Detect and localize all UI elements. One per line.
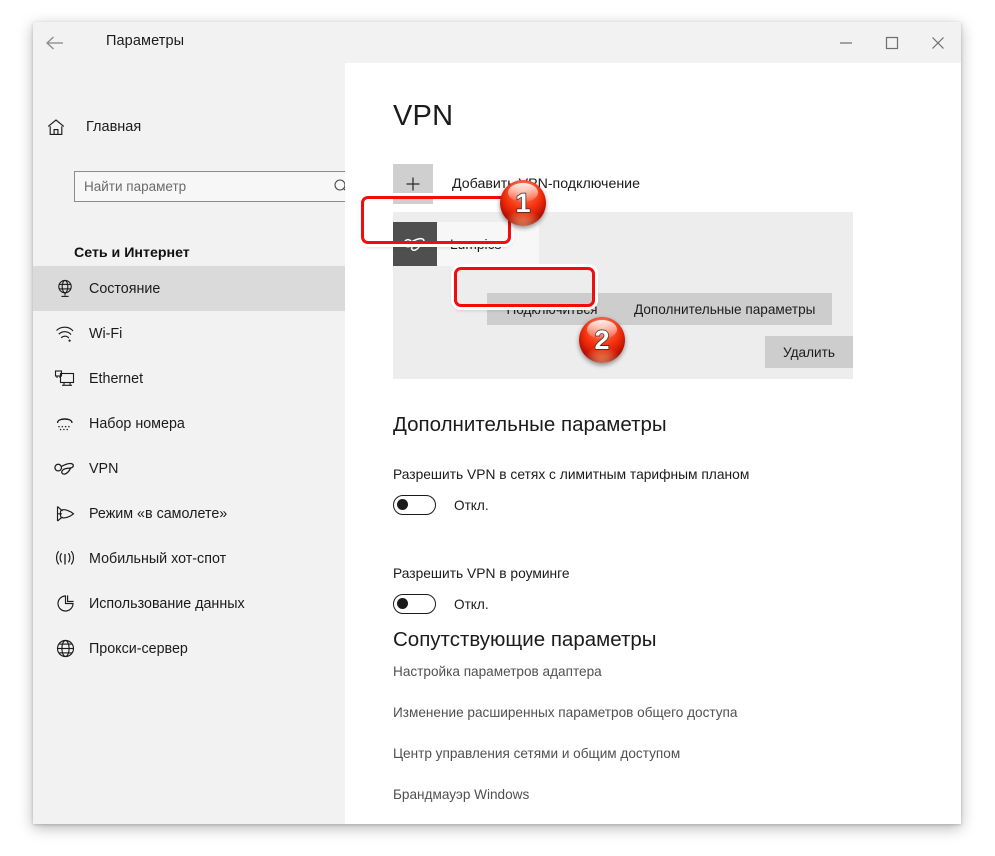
airplane-icon — [45, 504, 85, 524]
settings-window: Параметры Главная Найти параметр Сеть и … — [33, 22, 961, 824]
advanced-section-title: Дополнительные параметры — [393, 413, 667, 436]
add-vpn-connection-label: Добавить VPN-подключение — [452, 176, 640, 192]
sidebar-item-ethernet[interactable]: Ethernet — [33, 356, 345, 401]
sidebar-item-label: Набор номера — [89, 415, 185, 432]
main-content: VPN Добавить VPN-подключение Lumpics Под… — [345, 63, 961, 824]
vpn-connection-panel: Lumpics Подключиться Дополнительные пара… — [393, 212, 853, 379]
sidebar-item-vpn[interactable]: VPN — [33, 446, 345, 491]
step-badge-1-number: 1 — [515, 187, 531, 218]
advanced-options-button[interactable]: Дополнительные параметры — [617, 293, 833, 325]
sidebar-item-label: Режим «в самолете» — [89, 505, 228, 522]
sidebar-item-label: Ethernet — [89, 370, 144, 387]
option-metered-toggle-row[interactable]: Откл. — [393, 495, 489, 515]
toggle-knob — [397, 598, 408, 609]
title-bar-left: Параметры — [33, 22, 345, 63]
option-roaming-label: Разрешить VPN в роуминге — [393, 566, 570, 581]
step-badge-2: 2 — [579, 317, 625, 363]
data-usage-icon — [45, 593, 85, 614]
sidebar-home-label: Главная — [86, 119, 142, 135]
sidebar-item-label: VPN — [89, 460, 119, 477]
close-icon[interactable] — [915, 22, 961, 63]
related-link-windows-firewall[interactable]: Брандмауэр Windows — [393, 787, 529, 802]
toggle-state-label: Откл. — [454, 596, 489, 612]
toggle-switch-metered[interactable] — [393, 495, 436, 515]
globe-status-icon — [45, 278, 85, 299]
delete-button[interactable]: Удалить — [765, 336, 853, 368]
toggle-state-label: Откл. — [454, 497, 489, 513]
sidebar-item-label: Мобильный хот-спот — [89, 550, 227, 567]
sidebar-item-status[interactable]: Состояние — [33, 266, 345, 311]
screenshot-root: Параметры Главная Найти параметр Сеть и … — [0, 0, 995, 856]
vpn-action-buttons: Подключиться Дополнительные параметры — [487, 293, 833, 325]
vpn-entry-name: Lumpics — [450, 236, 502, 252]
sidebar-item-dialup[interactable]: Набор номера — [33, 401, 345, 446]
sidebar-group-heading: Сеть и Интернет — [74, 245, 190, 261]
related-link-sharing-options[interactable]: Изменение расширенных параметров общего … — [393, 705, 737, 720]
related-link-network-center[interactable]: Центр управления сетями и общим доступом — [393, 746, 680, 761]
vpn-knot-icon — [393, 222, 437, 266]
sidebar-item-airplane-mode[interactable]: Режим «в самолете» — [33, 491, 345, 536]
sidebar-item-wifi[interactable]: Wi-Fi — [33, 311, 345, 356]
toggle-knob — [397, 499, 408, 510]
window-title: Параметры — [106, 33, 185, 49]
related-link-adapter-options[interactable]: Настройка параметров адаптера — [393, 664, 602, 679]
back-arrow-icon[interactable] — [40, 28, 70, 58]
toggle-switch-roaming[interactable] — [393, 594, 436, 614]
minimize-icon[interactable] — [823, 22, 869, 63]
vpn-knot-icon — [45, 460, 85, 478]
sidebar-item-data-usage[interactable]: Использование данных — [33, 581, 345, 626]
home-icon — [46, 118, 80, 137]
delete-button-row: Удалить — [765, 336, 853, 368]
step-badge-2-number: 2 — [594, 324, 610, 355]
wifi-icon — [45, 324, 85, 344]
window-controls — [823, 22, 961, 63]
maximize-icon[interactable] — [869, 22, 915, 63]
hotspot-icon — [45, 549, 85, 569]
sidebar-item-label: Wi-Fi — [89, 325, 123, 342]
sidebar-item-label: Использование данных — [89, 595, 245, 612]
ethernet-icon — [45, 369, 85, 388]
sidebar-item-label: Состояние — [89, 280, 161, 297]
dialup-icon — [45, 414, 85, 433]
sidebar-item-home[interactable]: Главная — [33, 108, 345, 146]
page-title: VPN — [393, 100, 454, 132]
sidebar-item-label: Прокси-сервер — [89, 640, 188, 657]
sidebar-item-proxy[interactable]: Прокси-сервер — [33, 626, 345, 671]
proxy-globe-icon — [45, 638, 85, 659]
step-badge-1: 1 — [500, 180, 546, 226]
search-input[interactable] — [75, 171, 327, 202]
plus-icon — [393, 164, 433, 204]
sidebar: Главная Сеть и Интернет — [33, 63, 357, 824]
related-section-title: Сопутствующие параметры — [393, 628, 657, 651]
search-box[interactable] — [74, 171, 357, 202]
option-metered-label: Разрешить VPN в сетях с лимитным тарифны… — [393, 467, 750, 482]
option-roaming-toggle-row[interactable]: Откл. — [393, 594, 489, 614]
title-bar: Параметры — [33, 22, 961, 63]
sidebar-nav-list: Состояние Wi-Fi Ethernet Набор номера VP… — [33, 266, 345, 671]
sidebar-item-mobile-hotspot[interactable]: Мобильный хот-спот — [33, 536, 345, 581]
vpn-entry-lumpics[interactable]: Lumpics — [393, 222, 539, 266]
